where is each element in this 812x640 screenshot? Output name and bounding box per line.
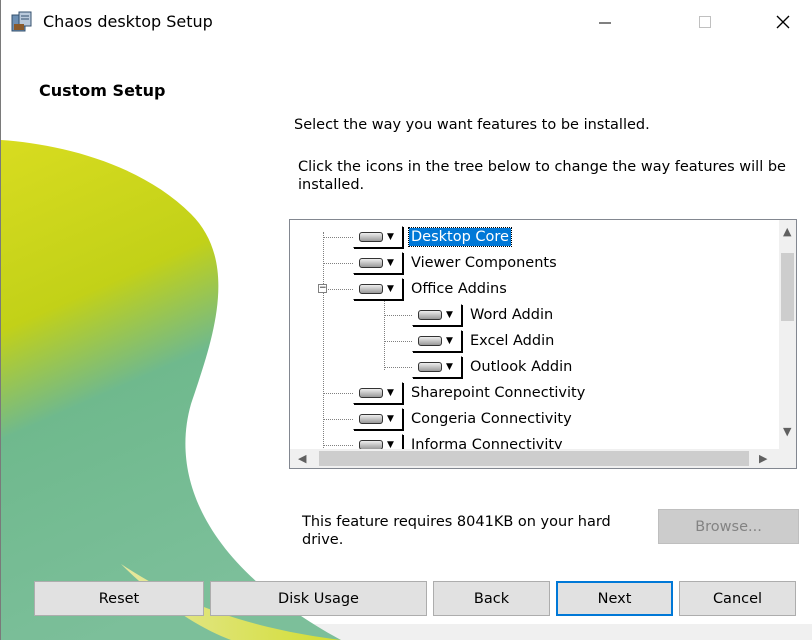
instruction-text: Select the way you want features to be i… bbox=[294, 117, 650, 133]
tree-item-label: Office Addins bbox=[411, 281, 507, 297]
tree-item-word-addin[interactable]: ▼ Word Addin bbox=[412, 303, 555, 327]
feature-state-button[interactable]: ▼ bbox=[353, 408, 403, 430]
feature-state-button[interactable]: ▼ bbox=[353, 278, 403, 300]
feature-state-button[interactable]: ▼ bbox=[353, 382, 403, 404]
tree-connector bbox=[323, 237, 353, 238]
dropdown-arrow-icon: ▼ bbox=[387, 388, 394, 398]
cancel-button[interactable]: Cancel bbox=[679, 581, 796, 616]
hard-drive-icon bbox=[359, 284, 383, 294]
tree-connector bbox=[384, 315, 412, 316]
dropdown-arrow-icon: ▼ bbox=[446, 336, 453, 346]
feature-state-button[interactable]: ▼ bbox=[412, 304, 462, 326]
collapse-toggle[interactable]: − bbox=[318, 284, 327, 293]
disk-usage-button[interactable]: Disk Usage bbox=[210, 581, 427, 616]
next-button[interactable]: Next bbox=[556, 581, 673, 616]
close-icon bbox=[776, 15, 790, 29]
feature-tree[interactable]: − ▼ Desktop Core ▼ Viewer Components ▼ O… bbox=[289, 219, 797, 469]
tree-connector bbox=[323, 445, 353, 446]
tree-connector bbox=[384, 367, 412, 368]
horizontal-scrollbar[interactable]: ◀ ▶ bbox=[290, 449, 779, 468]
page-title: Custom Setup bbox=[39, 81, 166, 100]
dropdown-arrow-icon: ▼ bbox=[446, 310, 453, 320]
scrollbar-corner bbox=[779, 449, 796, 468]
instruction-text-tree: Click the icons in the tree below to cha… bbox=[298, 159, 786, 193]
tree-item-desktop-core[interactable]: ▼ Desktop Core bbox=[353, 225, 512, 249]
minimize-icon bbox=[599, 22, 611, 24]
tree-connector bbox=[328, 289, 353, 290]
tree-item-label: Desktop Core bbox=[408, 227, 512, 247]
tree-item-congeria-connectivity[interactable]: ▼ Congeria Connectivity bbox=[353, 407, 574, 431]
vertical-scrollbar[interactable]: ▲ ▼ bbox=[779, 220, 796, 449]
tree-item-label: Word Addin bbox=[470, 307, 554, 323]
vertical-scroll-thumb[interactable] bbox=[781, 253, 794, 321]
feature-state-button[interactable]: ▼ bbox=[353, 226, 403, 248]
tree-item-office-addins[interactable]: ▼ Office Addins bbox=[353, 277, 509, 301]
hard-drive-icon bbox=[359, 232, 383, 242]
scroll-up-icon[interactable]: ▲ bbox=[783, 225, 791, 238]
tree-item-label: Excel Addin bbox=[470, 333, 555, 349]
feature-state-button[interactable]: ▼ bbox=[412, 356, 462, 378]
disk-requirement-text: This feature requires 8041KB on your har… bbox=[302, 514, 611, 548]
hard-drive-icon bbox=[418, 362, 442, 372]
dropdown-arrow-icon: ▼ bbox=[387, 284, 394, 294]
tree-connector bbox=[384, 300, 385, 370]
minimize-button[interactable] bbox=[576, 0, 634, 44]
browse-button: Browse... bbox=[658, 509, 799, 544]
tree-item-outlook-addin[interactable]: ▼ Outlook Addin bbox=[412, 355, 574, 379]
maximize-icon bbox=[699, 16, 711, 28]
tree-connector bbox=[323, 419, 353, 420]
maximize-button bbox=[676, 0, 734, 44]
hard-drive-icon bbox=[359, 414, 383, 424]
dropdown-arrow-icon: ▼ bbox=[387, 258, 394, 268]
feature-state-button[interactable]: ▼ bbox=[353, 252, 403, 274]
dropdown-arrow-icon: ▼ bbox=[387, 414, 394, 424]
tree-item-label: Outlook Addin bbox=[470, 359, 573, 375]
hard-drive-icon bbox=[359, 388, 383, 398]
scroll-down-icon[interactable]: ▼ bbox=[783, 425, 791, 438]
reset-button[interactable]: Reset bbox=[34, 581, 204, 616]
setup-window: Chaos desktop Setup Custom Setup Select … bbox=[0, 0, 812, 640]
tree-item-sharepoint-connectivity[interactable]: ▼ Sharepoint Connectivity bbox=[353, 381, 587, 405]
close-button[interactable] bbox=[754, 0, 812, 44]
back-button[interactable]: Back bbox=[433, 581, 550, 616]
tree-item-label: Viewer Components bbox=[411, 255, 557, 271]
tree-connector bbox=[384, 341, 412, 342]
tree-item-label: Sharepoint Connectivity bbox=[411, 385, 586, 401]
installer-icon bbox=[11, 11, 32, 32]
tree-connector bbox=[323, 263, 353, 264]
hard-drive-icon bbox=[359, 258, 383, 268]
dropdown-arrow-icon: ▼ bbox=[446, 362, 453, 372]
feature-state-button[interactable]: ▼ bbox=[412, 330, 462, 352]
dropdown-arrow-icon: ▼ bbox=[387, 232, 394, 242]
hard-drive-icon bbox=[418, 336, 442, 346]
horizontal-scroll-thumb[interactable] bbox=[319, 451, 749, 466]
tree-connector bbox=[323, 232, 324, 448]
tree-connector bbox=[323, 393, 353, 394]
tree-item-viewer-components[interactable]: ▼ Viewer Components bbox=[353, 251, 559, 275]
tree-item-label: Congeria Connectivity bbox=[411, 411, 572, 427]
hard-drive-icon bbox=[418, 310, 442, 320]
scroll-left-icon[interactable]: ◀ bbox=[298, 452, 306, 465]
scroll-right-icon[interactable]: ▶ bbox=[759, 452, 767, 465]
tree-item-excel-addin[interactable]: ▼ Excel Addin bbox=[412, 329, 556, 353]
title-bar[interactable]: Chaos desktop Setup bbox=[1, 0, 812, 44]
window-title: Chaos desktop Setup bbox=[43, 12, 213, 31]
